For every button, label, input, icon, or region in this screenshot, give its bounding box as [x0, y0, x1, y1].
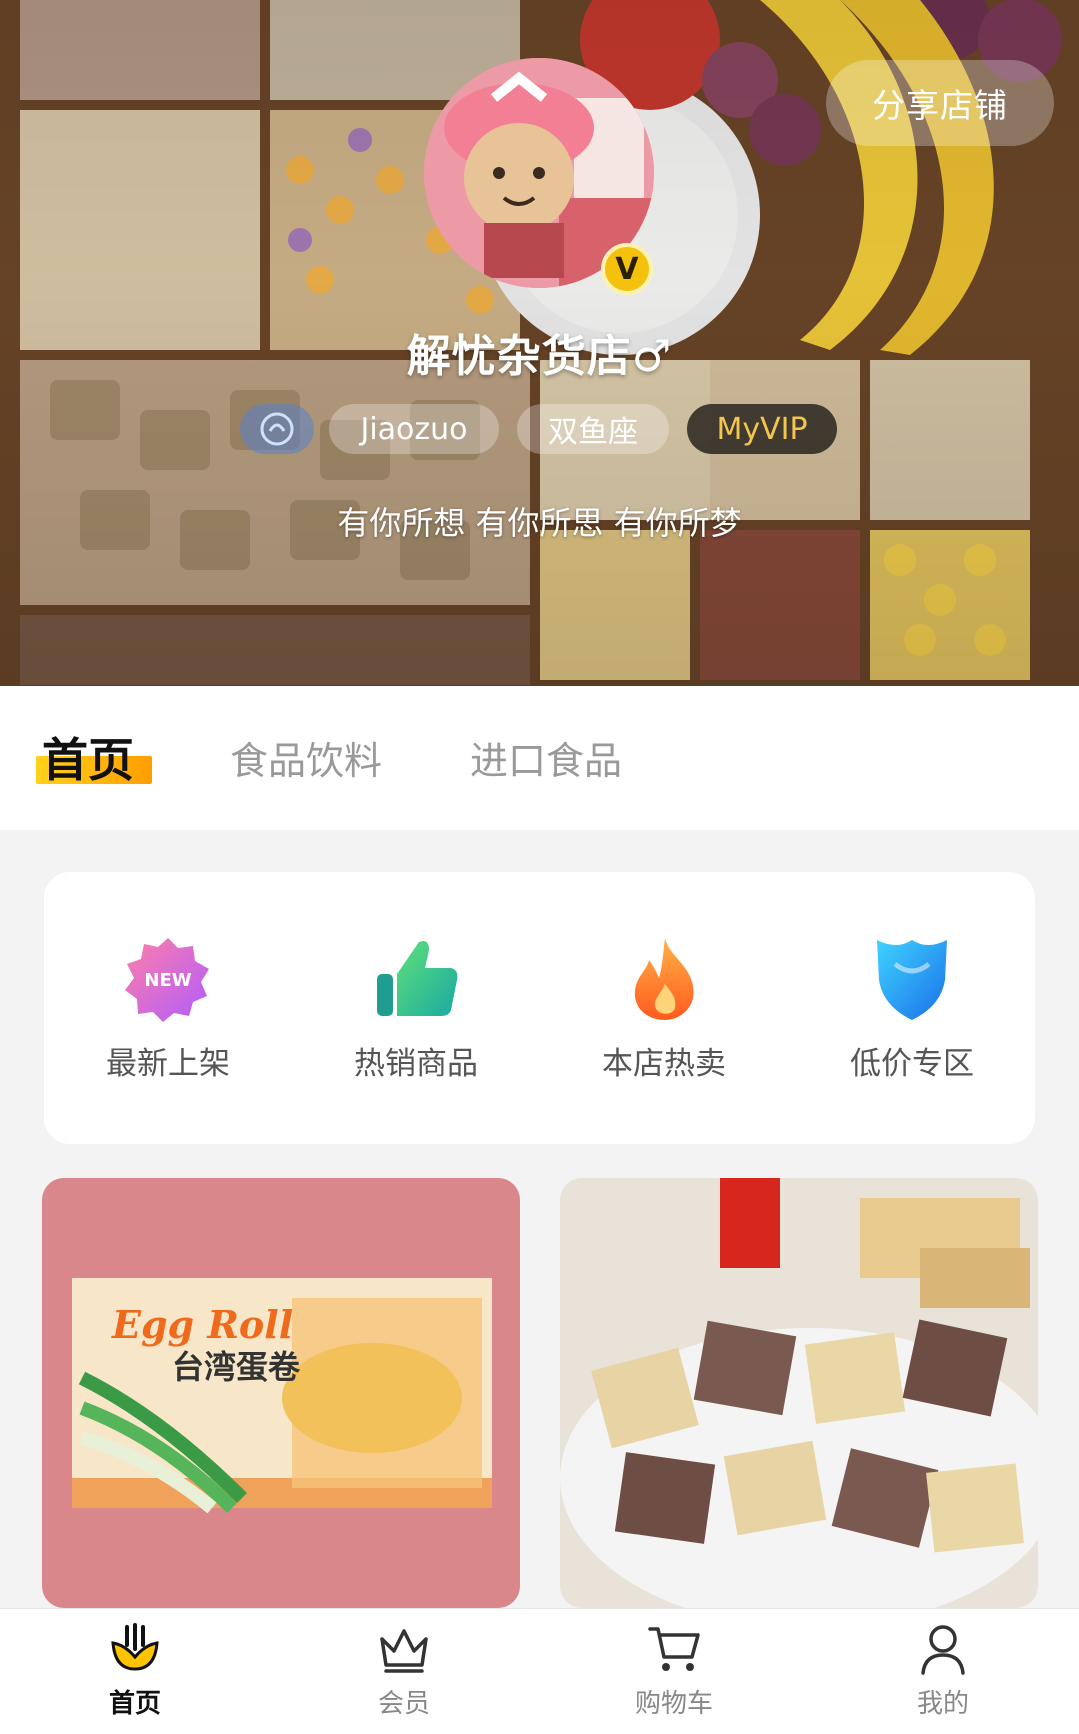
- product-name-text: 台湾蛋卷: [172, 1348, 301, 1386]
- category-label: 最新上架: [106, 1046, 230, 1082]
- crown-icon: [374, 1619, 434, 1679]
- nav-cart[interactable]: 购物车: [594, 1619, 754, 1720]
- tab-food-drinks[interactable]: 食品饮料: [230, 730, 382, 785]
- tag-location: Jiaozuo: [329, 404, 499, 454]
- category-label: 本店热卖: [602, 1046, 726, 1082]
- category-low-price[interactable]: 低价专区: [812, 934, 1012, 1083]
- product-card[interactable]: Egg Roll 台湾蛋卷: [42, 1178, 520, 1608]
- product-image-wafer: [560, 1178, 1038, 1608]
- tag-vip[interactable]: MyVIP: [687, 404, 837, 454]
- new-badge-icon: NEW: [123, 934, 213, 1024]
- home-icon: [105, 1619, 165, 1679]
- flame-icon: [619, 934, 709, 1024]
- category-store-bestsellers[interactable]: 本店热卖: [564, 934, 764, 1083]
- category-new-arrivals[interactable]: NEW 最新上架: [68, 934, 268, 1083]
- product-image-egg-roll: Egg Roll 台湾蛋卷: [42, 1178, 520, 1608]
- nav-label: 会员: [377, 1689, 430, 1719]
- category-label: 热销商品: [354, 1046, 478, 1082]
- new-badge-text: NEW: [144, 970, 191, 991]
- product-brand-text: Egg Roll: [111, 1302, 293, 1347]
- verified-badge: V: [601, 243, 653, 295]
- thumbs-up-icon: [371, 934, 461, 1024]
- store-slogan: 有你所想 有你所思 有你所梦: [337, 504, 742, 542]
- nav-membership[interactable]: 会员: [324, 1619, 484, 1720]
- product-card[interactable]: [560, 1178, 1038, 1608]
- store-home-page: 分享店铺 V 解忧杂货店♂ Jiaozuo 双鱼座 MyVIP 有你所想 有你所…: [0, 0, 1079, 1734]
- user-icon: [913, 1619, 973, 1679]
- store-name: 解忧杂货店♂: [406, 331, 673, 382]
- nav-label: 购物车: [634, 1689, 713, 1719]
- quick-categories-card: NEW 最新上架 热销商品 本店热卖 低价专区: [44, 872, 1035, 1144]
- tag-zodiac: 双鱼座: [517, 404, 669, 454]
- bottom-navigation: 首页 会员 购物车 我的: [0, 1608, 1079, 1734]
- store-tags: Jiaozuo 双鱼座 MyVIP: [0, 404, 1079, 454]
- share-store-button[interactable]: 分享店铺: [826, 60, 1054, 146]
- tab-imported-food[interactable]: 进口食品: [470, 730, 622, 785]
- avatar-badge-icon: [240, 404, 314, 454]
- nav-home[interactable]: 首页: [55, 1619, 215, 1720]
- nav-profile[interactable]: 我的: [863, 1619, 1023, 1720]
- tab-home[interactable]: 首页: [42, 724, 134, 790]
- category-hot-products[interactable]: 热销商品: [316, 934, 516, 1083]
- category-tabs: 首页 食品饮料 进口食品: [0, 686, 1079, 830]
- category-label: 低价专区: [850, 1046, 974, 1082]
- cart-icon: [644, 1619, 704, 1679]
- nav-label: 首页: [108, 1689, 161, 1719]
- shield-icon: [867, 934, 957, 1024]
- nav-label: 我的: [916, 1689, 969, 1719]
